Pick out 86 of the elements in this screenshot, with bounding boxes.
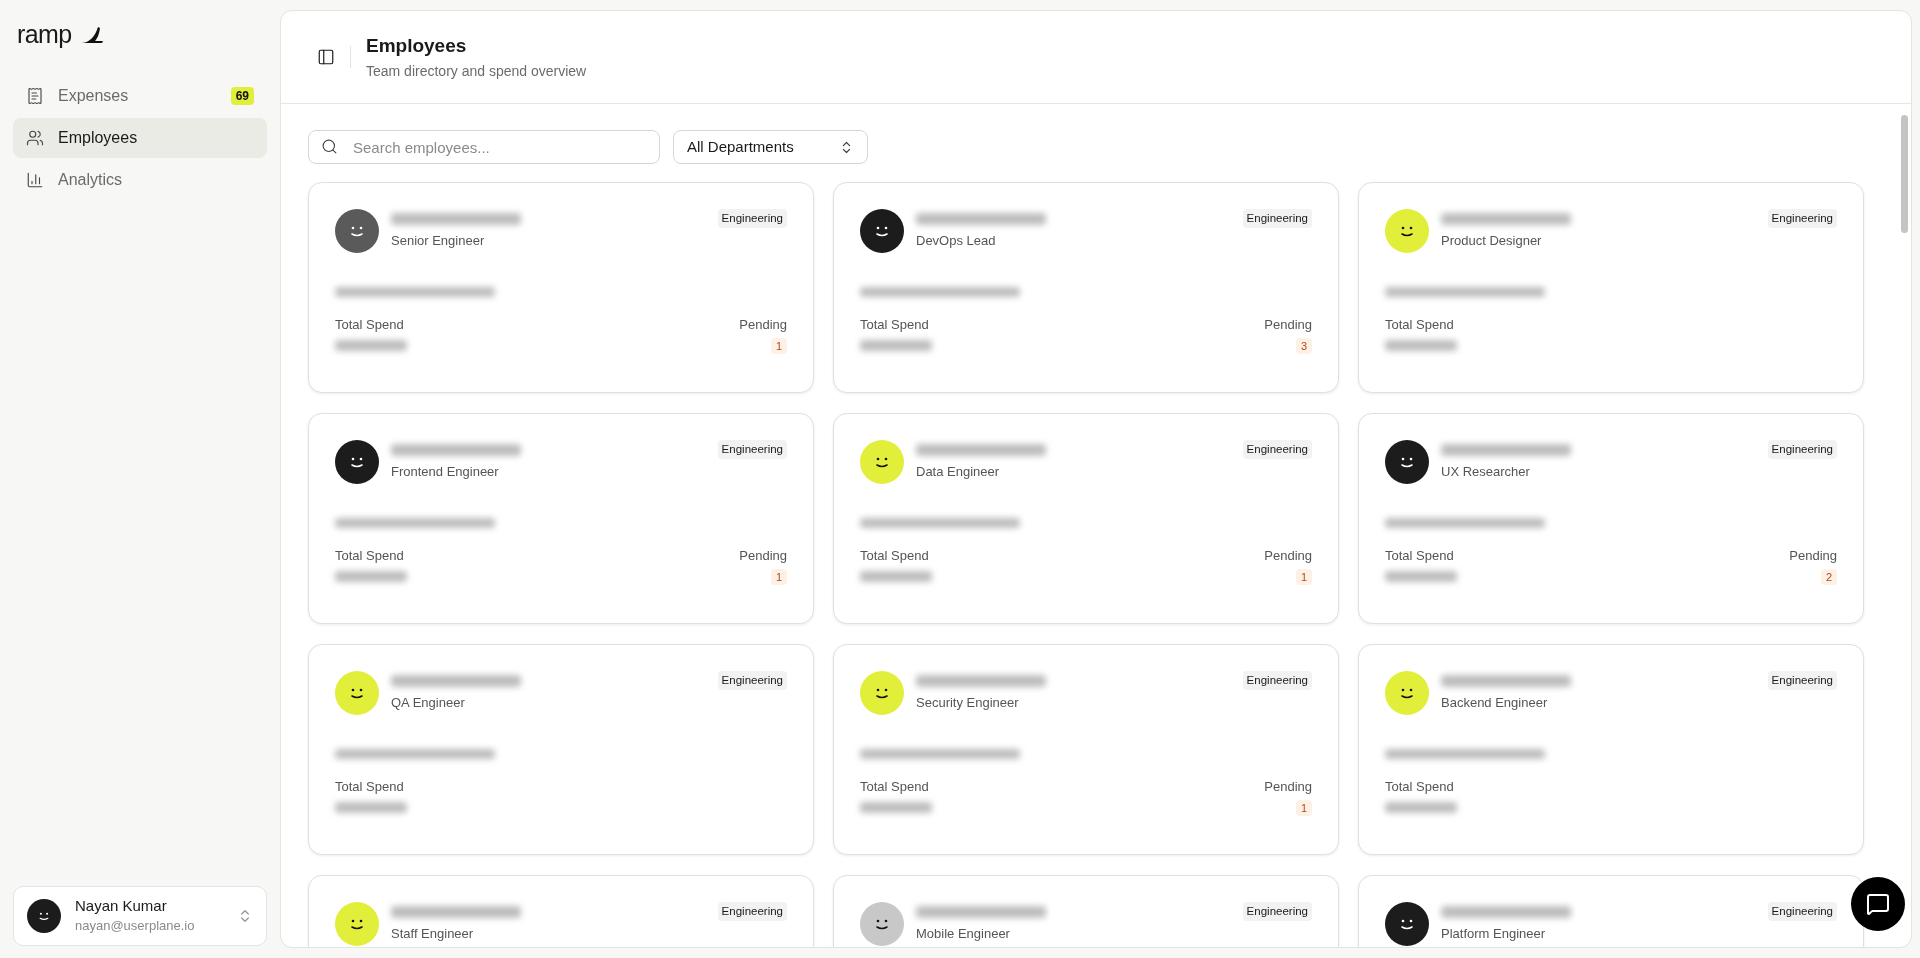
blurred-text [1385,801,1457,813]
department-tag: Engineering [717,440,787,460]
pending-label: Pending [739,316,787,334]
department-tag: Engineering [1242,440,1312,460]
chat-button[interactable] [1851,877,1905,931]
pending-count-badge: 1 [770,337,787,354]
employee-card[interactable]: UX Researcher Engineering Total Spend Pending 2 [1358,413,1864,624]
employee-card[interactable]: QA Engineer Engineering Total Spend [308,644,814,855]
department-tag: Engineering [1242,902,1312,922]
pending-label: Pending [1264,316,1312,334]
department-select[interactable]: All Departments [673,130,868,164]
search-icon [321,138,338,155]
employee-card[interactable]: Data Engineer Engineering Total Spend Pending 1 [833,413,1339,624]
total-spend-label: Total Spend [860,778,930,796]
blurred-text [335,570,407,582]
blurred-text [860,801,932,813]
page-title: Employees [366,34,468,59]
nav-icon [26,86,44,105]
page-subtitle: Team directory and spend overview [366,61,587,81]
department-tag: Engineering [1242,209,1312,229]
employee-card[interactable]: Senior Engineer Engineering Total Spend Pending 1 [308,182,814,393]
total-spend-label: Total Spend [1385,547,1455,565]
avatar-icon [27,899,61,933]
nav-item[interactable]: Employees [13,117,267,158]
employee-card[interactable]: Mobile Engineer Engineering [833,875,1339,947]
user-email: nayan@userplane.io [75,916,196,935]
department-tag: Engineering [1767,671,1837,691]
job-title: UX Researcher [1441,463,1531,481]
pending-count-badge: 3 [1295,337,1312,354]
employee-card[interactable]: Security Engineer Engineering Total Spend Pending 1 [833,644,1339,855]
blurred-text [335,339,407,351]
nav-item[interactable]: Analytics [13,159,267,200]
department-tag: Engineering [717,902,787,922]
chat-icon [1866,892,1890,916]
nav-icon [26,170,44,189]
total-spend-label: Total Spend [335,547,405,565]
job-title: Platform Engineer [1441,925,1547,943]
sidebar-toggle-icon[interactable] [316,47,336,67]
department-tag: Engineering [1767,902,1837,922]
nav-item[interactable]: Expenses 69 [13,75,267,116]
pending-count-badge: 2 [1820,568,1837,585]
department-tag: Engineering [717,209,787,229]
department-tag: Engineering [1242,671,1312,691]
department-tag: Engineering [1767,440,1837,460]
blurred-text [1385,570,1457,582]
job-title: Senior Engineer [391,232,486,250]
search-field[interactable]: Search employees... [308,130,660,164]
job-title: DevOps Lead [916,232,997,250]
total-spend-label: Total Spend [860,316,930,334]
brand-logo-text: ramp [17,19,72,50]
blurred-text [335,801,407,813]
job-title: Product Designer [1441,232,1543,250]
total-spend-label: Total Spend [1385,778,1455,796]
count-badge: 69 [230,86,254,105]
pending-label: Pending [1264,778,1312,796]
pending-label: Pending [739,547,787,565]
total-spend-label: Total Spend [860,547,930,565]
blurred-text [860,570,932,582]
pending-label: Pending [1264,547,1312,565]
job-title: Staff Engineer [391,925,475,943]
nav-icon [26,128,44,147]
job-title: Security Engineer [916,694,1020,712]
pending-count-badge: 1 [1295,799,1312,816]
employee-card[interactable]: DevOps Lead Engineering Total Spend Pending 3 [833,182,1339,393]
department-tag: Engineering [1767,209,1837,229]
job-title: Backend Engineer [1441,694,1549,712]
pending-label: Pending [1789,547,1837,565]
pending-count-badge: 1 [770,568,787,585]
employee-card[interactable]: Product Designer Engineering Total Spend [1358,182,1864,393]
user-name: Nayan Kumar [75,896,168,916]
job-title: QA Engineer [391,694,466,712]
department-tag: Engineering [717,671,787,691]
blurred-text [860,339,932,351]
blurred-text [1385,339,1457,351]
total-spend-label: Total Spend [335,778,405,796]
job-title: Data Engineer [916,463,1001,481]
employee-card[interactable]: Staff Engineer Engineering [308,875,814,947]
employee-card[interactable]: Backend Engineer Engineering Total Spend [1358,644,1864,855]
job-title: Frontend Engineer [391,463,500,481]
total-spend-label: Total Spend [1385,316,1455,334]
user-account-button[interactable]: Nayan Kumar nayan@userplane.io [13,886,267,946]
employee-card[interactable]: Frontend Engineer Engineering Total Spend Pending 1 [308,413,814,624]
employee-card[interactable]: Platform Engineer Engineering [1358,875,1864,947]
job-title: Mobile Engineer [916,925,1011,943]
pending-count-badge: 1 [1295,568,1312,585]
total-spend-label: Total Spend [335,316,405,334]
